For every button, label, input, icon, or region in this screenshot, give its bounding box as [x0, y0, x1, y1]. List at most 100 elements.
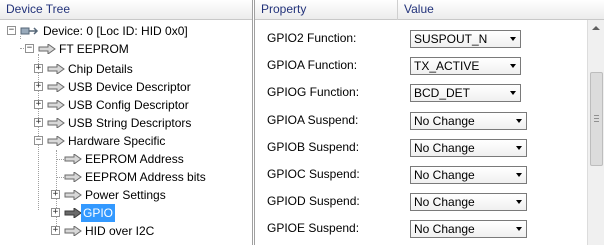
property-row-gpiod-suspend: GPIOD Suspend: No Change	[255, 189, 588, 215]
tree-node-label: FT EEPROM	[59, 42, 129, 56]
property-row-gpiob-suspend: GPIOB Suspend: No Change	[255, 135, 588, 161]
tree-node-label: EEPROM Address bits	[85, 170, 206, 184]
select-value: No Change	[414, 195, 475, 209]
arrow-node-icon	[47, 118, 65, 128]
tree-node-label: Hardware Specific	[68, 134, 166, 148]
property-row-gpiog-function: GPIOG Function: BCD_DET	[255, 80, 588, 106]
gpioa-suspend-select[interactable]: No Change	[410, 112, 527, 130]
tree-node-gpio[interactable]: + GPIO	[0, 204, 250, 222]
tree-node-label: USB Device Descriptor	[68, 80, 191, 94]
tree-node-label: EEPROM Address	[85, 152, 184, 166]
tree-node-label: GPIO	[81, 204, 116, 222]
tree-node-device[interactable]: − Device: 0 [Loc ID: HID 0x0]	[0, 22, 250, 40]
scroll-thumb[interactable]	[590, 72, 603, 166]
property-row-gpioc-suspend: GPIOC Suspend: No Change	[255, 162, 588, 188]
property-row-gpioa-suspend: GPIOA Suspend: No Change	[255, 108, 588, 134]
gpiob-suspend-select[interactable]: No Change	[410, 139, 527, 157]
tree-node-usb-string-descriptors[interactable]: + USB String Descriptors	[0, 114, 250, 132]
property-column-header[interactable]: Property	[261, 0, 306, 19]
property-grid-pane: Property Value GPIO2 Function: SUSPOUT_N…	[254, 0, 604, 245]
property-name: GPIOG Function:	[267, 85, 360, 99]
grip-line	[594, 121, 599, 122]
tree-node-label: Chip Details	[68, 62, 133, 76]
property-row-gpio2-function: GPIO2 Function: SUSPOUT_N	[255, 26, 588, 52]
select-value: BCD_DET	[414, 86, 471, 100]
tree-node-eeprom-address[interactable]: EEPROM Address	[0, 150, 250, 168]
property-name: GPIOD Suspend:	[267, 194, 360, 208]
vertical-scrollbar[interactable]	[587, 20, 604, 245]
arrow-node-icon	[64, 208, 82, 218]
select-value: No Change	[414, 168, 475, 182]
expand-icon[interactable]: +	[34, 118, 43, 127]
tree-node-label: USB Config Descriptor	[68, 98, 189, 112]
chevron-down-icon	[516, 119, 522, 123]
tree-node-hardware-specific[interactable]: − Hardware Specific	[0, 132, 250, 150]
tree-node-eeprom-address-bits[interactable]: EEPROM Address bits	[0, 168, 250, 186]
device-tree-header: Device Tree	[0, 0, 252, 20]
property-name: GPIOA Function:	[267, 58, 358, 72]
scroll-up-button[interactable]	[588, 20, 604, 36]
chevron-down-icon	[516, 173, 522, 177]
arrow-node-icon	[47, 82, 65, 92]
property-row-gpioe-suspend: GPIOE Suspend: No Change	[255, 216, 588, 242]
tree-node-label: Device: 0 [Loc ID: HID 0x0]	[43, 24, 188, 38]
tree-node-label: USB String Descriptors	[68, 116, 192, 130]
select-value: No Change	[414, 141, 475, 155]
arrow-node-icon	[64, 154, 82, 164]
expand-icon[interactable]: +	[51, 226, 60, 235]
expand-icon[interactable]: +	[51, 190, 60, 199]
select-value: TX_ACTIVE	[414, 59, 480, 73]
property-name: GPIOE Suspend:	[267, 221, 360, 235]
select-value: No Change	[414, 222, 475, 236]
grip-line	[594, 115, 599, 116]
gpioe-suspend-select[interactable]: No Change	[410, 220, 527, 238]
property-name: GPIOC Suspend:	[267, 167, 360, 181]
chevron-down-icon	[510, 91, 516, 95]
collapse-icon[interactable]: −	[34, 136, 43, 145]
gpioa-function-select[interactable]: TX_ACTIVE	[410, 57, 521, 75]
tree-node-label: HID over I2C	[85, 224, 155, 238]
collapse-icon[interactable]: −	[25, 44, 34, 53]
chevron-down-icon	[516, 200, 522, 204]
collapse-icon[interactable]: −	[7, 26, 16, 35]
gpiod-suspend-select[interactable]: No Change	[410, 193, 527, 211]
arrow-node-icon	[64, 226, 82, 236]
value-column-header[interactable]: Value	[404, 0, 434, 19]
gpiog-function-select[interactable]: BCD_DET	[410, 84, 521, 102]
expand-icon[interactable]: +	[34, 82, 43, 91]
device-tree-header-label: Device Tree	[6, 2, 71, 16]
select-value: SUSPOUT_N	[414, 32, 488, 46]
arrow-node-icon	[47, 100, 65, 110]
tree-node-ft-eeprom[interactable]: − FT EEPROM	[0, 40, 250, 58]
expand-icon[interactable]: +	[51, 208, 60, 217]
expand-icon[interactable]: +	[34, 64, 43, 73]
chevron-down-icon	[516, 227, 522, 231]
gpio2-function-select[interactable]: SUSPOUT_N	[410, 30, 521, 48]
property-name: GPIOB Suspend:	[267, 140, 360, 154]
arrow-node-icon	[64, 172, 82, 182]
grip-line	[594, 118, 599, 119]
device-tree-pane: Device Tree − Device: 0 [Loc ID: HID 0x0…	[0, 0, 253, 245]
property-grid-header: Property Value	[255, 0, 604, 20]
chevron-down-icon	[516, 146, 522, 150]
property-name: GPIO2 Function:	[267, 31, 357, 45]
expand-icon[interactable]: +	[34, 100, 43, 109]
arrow-node-icon	[38, 44, 56, 54]
tree-node-power-settings[interactable]: + Power Settings	[0, 186, 250, 204]
tree-node-usb-config-descriptor[interactable]: + USB Config Descriptor	[0, 96, 250, 114]
tree-node-label: Power Settings	[85, 188, 166, 202]
property-name: GPIOA Suspend:	[267, 113, 359, 127]
tree-node-usb-device-descriptor[interactable]: + USB Device Descriptor	[0, 78, 250, 96]
arrow-node-icon	[47, 136, 65, 146]
select-value: No Change	[414, 114, 475, 128]
column-divider[interactable]	[397, 0, 398, 20]
usb-device-icon	[20, 27, 39, 35]
gpioc-suspend-select[interactable]: No Change	[410, 166, 527, 184]
arrow-node-icon	[64, 190, 82, 200]
property-row-gpioa-function: GPIOA Function: TX_ACTIVE	[255, 53, 588, 79]
tree-node-chip-details[interactable]: + Chip Details	[0, 60, 250, 78]
chevron-down-icon	[510, 64, 516, 68]
tree-node-hid-over-i2c[interactable]: + HID over I2C	[0, 222, 250, 240]
arrow-node-icon	[47, 64, 65, 74]
chevron-down-icon	[510, 37, 516, 41]
